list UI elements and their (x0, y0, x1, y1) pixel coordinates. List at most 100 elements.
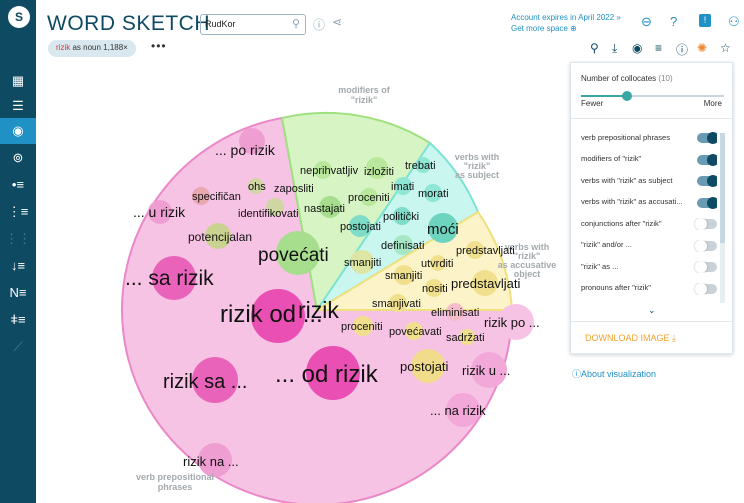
divider (571, 118, 732, 119)
relation-toggle-label: verb prepositional phrases (581, 132, 671, 142)
word[interactable]: nositi (422, 283, 448, 295)
chevron-down-icon[interactable]: ⌄ (648, 305, 656, 316)
word[interactable]: zaposliti (274, 183, 314, 195)
info-icon[interactable]: ⓘ (676, 41, 688, 58)
word[interactable]: smanjivati (372, 298, 421, 310)
relation-toggle-label: conjunctions after "rizik" (581, 218, 662, 228)
word[interactable]: nastajati (304, 203, 345, 215)
star-icon[interactable]: ☆ (720, 41, 731, 55)
relation-toggle-label: pronouns after "rizik" (581, 283, 651, 292)
word[interactable]: trebati (405, 160, 436, 172)
word[interactable]: povećati (258, 245, 329, 266)
word[interactable]: neprihvatljiv (300, 165, 359, 177)
word[interactable]: postojati (340, 221, 381, 233)
switch-knob (707, 132, 717, 144)
eye-icon[interactable]: ◉ (632, 41, 642, 55)
feedback-icon[interactable]: ! (699, 14, 711, 27)
word[interactable]: smanjiti (385, 270, 422, 282)
slider-handle[interactable] (621, 91, 632, 101)
visualization-icon[interactable]: ✺ (697, 41, 707, 55)
switch-knob (707, 196, 717, 209)
about-visualization-link[interactable]: ⓘAbout visualization (572, 367, 656, 380)
more-label: More (703, 99, 722, 108)
word[interactable]: ohs (248, 181, 266, 193)
relation-toggle-row[interactable]: pronouns after "rizik" (581, 282, 717, 295)
download-icon[interactable]: ⤓ (612, 41, 617, 56)
relation-toggle-row[interactable]: verbs with "rizik" as subject (581, 175, 717, 187)
switch-knob (707, 153, 717, 166)
visualization-settings-panel: Number of collocates (10) Fewer More ver… (570, 62, 733, 354)
relation-toggle-label: verbs with "rizik" as accusati... (581, 197, 683, 206)
word[interactable]: ... po rizik (215, 142, 276, 158)
word[interactable]: rizik po ... (484, 315, 540, 330)
word[interactable]: ... sa rizik (125, 267, 214, 290)
word[interactable]: definisati (381, 240, 424, 252)
word[interactable]: utvrditi (421, 258, 453, 270)
search-icon[interactable]: ⚲ (590, 41, 599, 55)
word[interactable]: rizik u ... (462, 363, 510, 378)
word[interactable]: ... u rizik (133, 204, 186, 220)
center-word[interactable]: rizik (298, 297, 339, 323)
word[interactable]: imati (391, 181, 414, 193)
relation-toggle-row[interactable]: modifiers of "rizik" (581, 153, 717, 166)
word[interactable]: predstavljati (451, 276, 520, 291)
collocates-count: (10) (658, 74, 673, 83)
link-icon[interactable]: ⊖ (641, 14, 652, 30)
help-icon[interactable]: ? (670, 14, 677, 29)
word[interactable]: sadržati (446, 332, 485, 344)
relation-toggle-switch[interactable] (695, 261, 717, 273)
relation-toggle-row[interactable]: "rizik" as ... (581, 261, 717, 273)
download-image-button[interactable]: DOWNLOAD IMAGE ⤓ (585, 333, 676, 344)
toggle-list-scrollbar[interactable] (720, 133, 725, 303)
word[interactable]: izložiti (364, 166, 394, 178)
download-icon[interactable]: ⤓ (672, 333, 676, 343)
word[interactable]: identifikovati (238, 208, 299, 220)
word[interactable]: eliminisati (431, 307, 479, 319)
word[interactable]: predstavljati (456, 245, 515, 257)
word[interactable]: ... na rizik (430, 403, 486, 418)
switch-knob (695, 239, 707, 252)
relation-toggle-switch[interactable] (695, 282, 717, 295)
slider-fill (581, 95, 627, 97)
word[interactable]: proceniti (348, 192, 390, 204)
fewer-label: Fewer (581, 99, 604, 108)
relation-toggle-switch[interactable] (697, 175, 717, 187)
relation-toggle-switch[interactable] (695, 239, 717, 252)
relation-toggle-switch[interactable] (695, 218, 717, 230)
word[interactable]: rizik na ... (183, 454, 239, 469)
relation-toggle-switch[interactable] (697, 196, 717, 209)
word[interactable]: rizik sa ... (163, 371, 247, 393)
word[interactable]: postojati (400, 359, 449, 374)
relation-toggle-row[interactable]: conjunctions after "rizik" (581, 218, 717, 230)
word[interactable]: potencijalan (188, 230, 252, 244)
relation-toggle-switch[interactable] (697, 132, 717, 144)
word[interactable]: proceniti (341, 321, 383, 333)
filter-icon[interactable]: ≡ (655, 41, 662, 55)
relation-toggle-label: verbs with "rizik" as subject (581, 175, 673, 185)
word[interactable]: specifičan (192, 191, 241, 203)
word[interactable]: politički (383, 211, 419, 223)
relation-toggle-switch[interactable] (697, 153, 717, 166)
sector-label-prepositional: verb prepositional phrases (136, 472, 214, 492)
word[interactable]: povećavati (389, 326, 442, 338)
relation-toggle-row[interactable]: "rizik" and/or ... (581, 239, 717, 252)
scrollbar-thumb[interactable] (720, 133, 725, 243)
user-icon[interactable]: ⚇ (728, 14, 740, 30)
download-image-label[interactable]: DOWNLOAD IMAGE (585, 333, 670, 343)
word[interactable]: ... od rizik (275, 361, 379, 388)
collocates-label: Number of collocates (10) (581, 74, 673, 83)
sector-label-modifiers: modifiers of "rizik" (338, 85, 391, 105)
word-sketch-visualization: modifiers of "rizik" verbs with "rizik" as … (121, 85, 556, 503)
divider (571, 321, 732, 322)
switch-knob (695, 261, 707, 273)
switch-knob (695, 282, 707, 295)
word[interactable]: smanjiti (344, 257, 381, 269)
word[interactable]: moći (427, 221, 459, 238)
relation-toggle-label: "rizik" as ... (581, 261, 619, 271)
word[interactable]: morati (418, 188, 449, 200)
relation-toggle-row[interactable]: verb prepositional phrases (581, 132, 717, 144)
switch-knob (707, 175, 717, 187)
sector-label-subject: verbs with "rizik" as subject (455, 152, 500, 180)
relation-toggle-row[interactable]: verbs with "rizik" as accusati... (581, 196, 717, 209)
collocates-slider[interactable] (581, 91, 724, 101)
